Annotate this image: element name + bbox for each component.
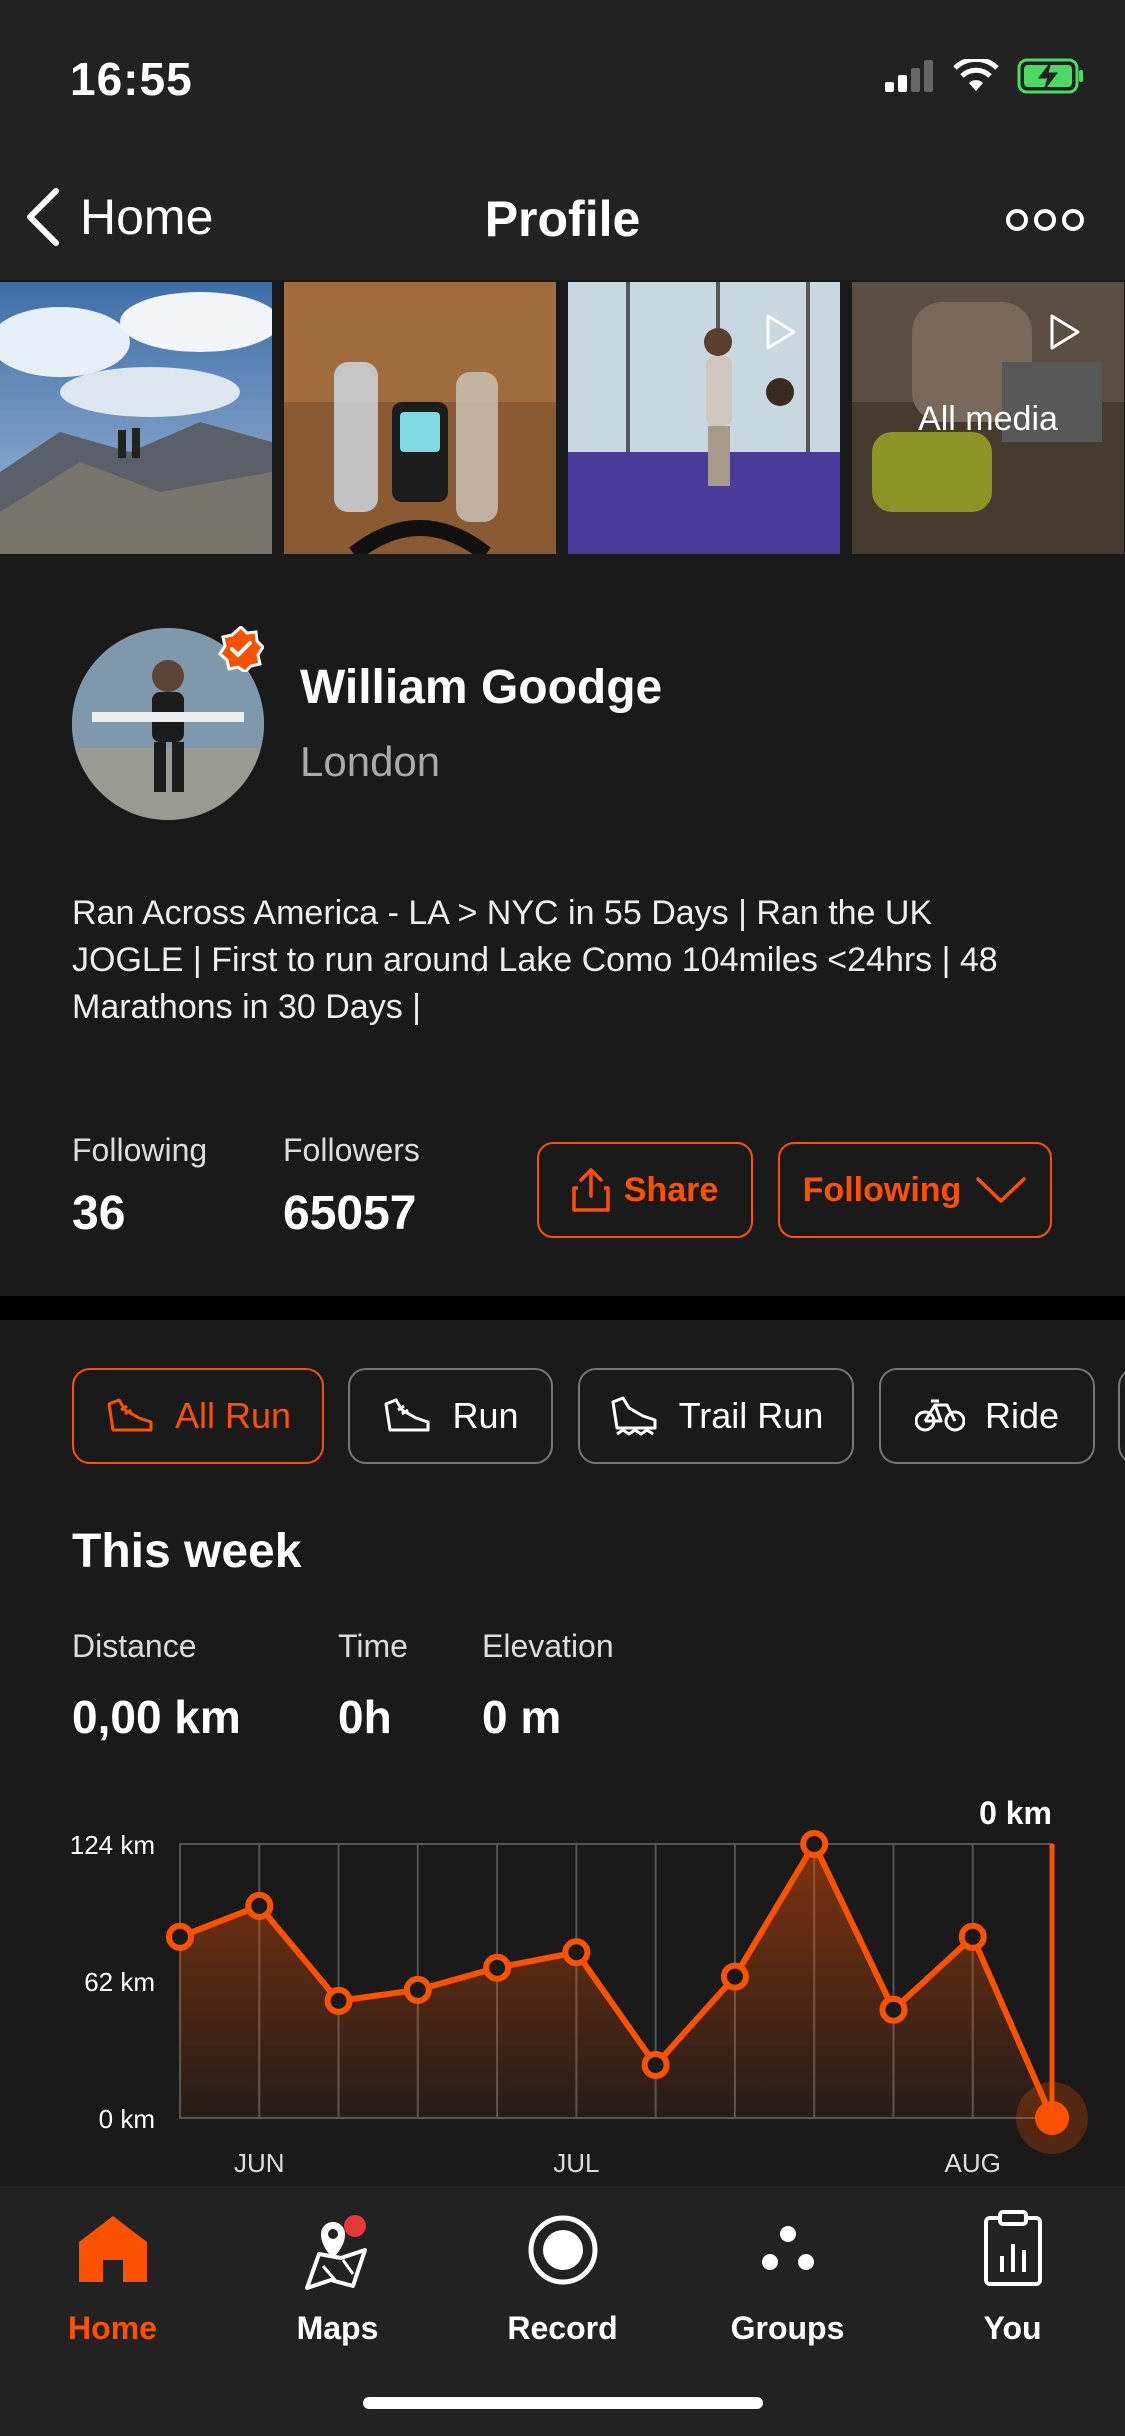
profile-section: William Goodge London Ran Across America… xyxy=(0,556,1125,1296)
followers-label[interactable]: Followers xyxy=(283,1132,420,1169)
section-divider xyxy=(0,1296,1125,1320)
share-icon xyxy=(572,1168,610,1212)
nav-bar: Home Profile xyxy=(0,150,1125,280)
verified-badge-icon xyxy=(218,626,264,672)
y-tick-label: 0 km xyxy=(99,2104,155,2134)
tab-label: Record xyxy=(507,2310,618,2346)
chart-point xyxy=(641,2050,670,2079)
distance-label: Distance xyxy=(72,1628,197,1664)
following-dropdown-button[interactable]: Following xyxy=(778,1142,1052,1238)
following-count[interactable]: 36 xyxy=(72,1186,125,1241)
tab-label: Home xyxy=(68,2310,157,2346)
tab-label: Groups xyxy=(730,2310,845,2346)
sport-filter-chips: All Run Run Trail Run Ride xyxy=(0,1368,1125,1464)
chart-point xyxy=(800,1830,829,1858)
current-value-label: 0 km xyxy=(979,1795,1052,1831)
elevation-value: 0 m xyxy=(482,1691,562,1743)
tab-you[interactable]: You xyxy=(900,2186,1125,2386)
chip-ride[interactable]: Ride xyxy=(879,1368,1095,1464)
more-options-button[interactable] xyxy=(1005,200,1085,240)
chip-label: Run xyxy=(452,1395,519,1436)
clipboard-chart-icon xyxy=(983,2210,1042,2286)
chart-point xyxy=(403,1975,432,2004)
chart-point xyxy=(879,1995,908,2024)
share-button[interactable]: Share xyxy=(537,1142,753,1238)
home-icon xyxy=(78,2216,147,2282)
time-value: 0h xyxy=(338,1691,392,1743)
chart-point xyxy=(562,1938,591,1967)
chip-label: All Run xyxy=(174,1395,292,1436)
chip-label: Ride xyxy=(984,1395,1060,1436)
all-media-button[interactable]: All media xyxy=(852,282,1124,554)
wifi-icon xyxy=(953,59,999,91)
followers-count[interactable]: 65057 xyxy=(283,1186,416,1241)
chart-point xyxy=(245,1891,274,1920)
media-strip: All media xyxy=(0,282,1125,554)
media-photo-mountain[interactable] xyxy=(0,282,272,554)
tab-maps[interactable]: Maps xyxy=(225,2186,450,2386)
chevron-down-icon xyxy=(976,1177,1027,1203)
x-tick-label: JUL xyxy=(553,2148,599,2178)
groups-icon xyxy=(761,2226,814,2270)
following-label[interactable]: Following xyxy=(72,1132,207,1169)
status-icons xyxy=(885,58,1085,94)
map-icon xyxy=(304,2215,367,2290)
trail-shoe-icon xyxy=(611,1396,657,1436)
athlete-name: William Goodge xyxy=(300,661,663,714)
following-button-label: Following xyxy=(802,1170,962,1209)
status-time: 16:55 xyxy=(70,53,193,105)
all-media-label: All media xyxy=(918,400,1058,438)
home-indicator xyxy=(363,2397,763,2409)
chart-point xyxy=(720,1962,749,1991)
time-label: Time xyxy=(338,1628,408,1664)
athlete-location: London xyxy=(300,738,441,785)
distance-value: 0,00 km xyxy=(72,1691,241,1743)
media-photo-gym-bike[interactable] xyxy=(284,282,556,554)
y-tick-label: 124 km xyxy=(70,1830,155,1860)
more-icon xyxy=(1006,209,1084,231)
bike-icon xyxy=(914,1399,965,1432)
chip-label: Trail Run xyxy=(678,1395,824,1436)
status-bar: 16:55 xyxy=(0,0,1125,150)
chart-point xyxy=(166,1922,194,1951)
chart-point xyxy=(483,1953,512,1982)
chip-run[interactable]: Run xyxy=(348,1368,553,1464)
tab-label: You xyxy=(983,2310,1042,2346)
battery-charging-icon xyxy=(1017,58,1083,94)
tab-record[interactable]: Record xyxy=(450,2186,675,2386)
chart-point xyxy=(1035,2101,1069,2135)
play-icon xyxy=(766,314,796,350)
notification-badge xyxy=(343,2215,366,2237)
tab-home[interactable]: Home xyxy=(0,2186,225,2386)
athlete-bio: Ran Across America - LA > NYC in 55 Days… xyxy=(72,894,998,1026)
chip-all-run[interactable]: All Run xyxy=(72,1368,324,1464)
shoe-icon xyxy=(384,1398,430,1432)
chart-point xyxy=(958,1922,987,1951)
chip-more[interactable] xyxy=(1118,1368,1125,1464)
x-tick-label: AUG xyxy=(945,2148,1001,2178)
share-label: Share xyxy=(623,1170,719,1209)
signal-icon xyxy=(885,60,933,92)
elevation-label: Elevation xyxy=(482,1628,614,1664)
record-icon xyxy=(528,2215,597,2285)
shoe-icon xyxy=(107,1398,153,1432)
y-tick-label: 62 km xyxy=(84,1967,155,1997)
this-week-title: This week xyxy=(72,1525,302,1578)
media-video-gym[interactable] xyxy=(568,282,840,554)
x-tick-label: JUN xyxy=(234,2148,285,2178)
page-title: Profile xyxy=(484,191,641,247)
play-icon xyxy=(1050,314,1080,350)
weekly-distance-chart[interactable]: 124 km 62 km 0 km JUN JUL AUG 0 km xyxy=(0,1790,1125,2190)
chip-trail-run[interactable]: Trail Run xyxy=(578,1368,854,1464)
chart-point xyxy=(324,1986,353,2015)
tab-label: Maps xyxy=(296,2310,379,2346)
tab-groups[interactable]: Groups xyxy=(675,2186,900,2386)
